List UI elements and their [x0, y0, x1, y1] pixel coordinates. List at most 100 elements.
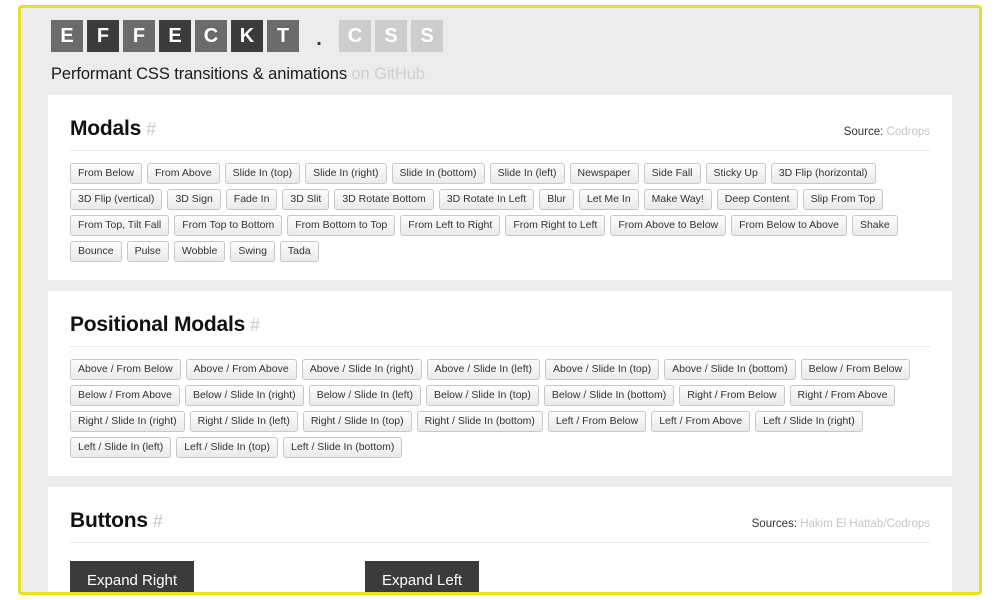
effect-button[interactable]: From Right to Left: [505, 215, 605, 236]
logo-tile-9: S: [375, 20, 407, 52]
source-credits: Source: Codrops: [844, 126, 930, 138]
effect-button[interactable]: 3D Flip (vertical): [70, 189, 162, 210]
effect-button[interactable]: Right / Slide In (right): [70, 411, 185, 432]
logo-tile-8: C: [339, 20, 371, 52]
effect-button[interactable]: Slide In (top): [225, 163, 301, 184]
effect-button[interactable]: 3D Flip (horizontal): [771, 163, 876, 184]
effect-button[interactable]: Make Way!: [644, 189, 712, 210]
effect-button[interactable]: Let Me In: [579, 189, 639, 210]
anchor-link-icon[interactable]: #: [250, 315, 260, 335]
effect-button[interactable]: Above / From Above: [186, 359, 297, 380]
logo-tile-1: F: [87, 20, 119, 52]
site-logo: EFFECKT.CSS: [51, 20, 979, 52]
source-label: Source:: [844, 126, 884, 138]
effect-button[interactable]: Tada: [280, 241, 319, 262]
positional-modal-button-list: Above / From BelowAbove / From AboveAbov…: [70, 359, 930, 458]
site-header: EFFECKT.CSS Performant CSS transitions &…: [21, 8, 979, 84]
effect-button[interactable]: Right / Slide In (left): [190, 411, 298, 432]
effect-button[interactable]: Right / From Below: [679, 385, 784, 406]
effect-button[interactable]: From Above: [147, 163, 220, 184]
effect-button[interactable]: 3D Rotate In Left: [439, 189, 534, 210]
effect-button[interactable]: Below / Slide In (right): [185, 385, 304, 406]
effect-button[interactable]: Pulse: [127, 241, 169, 262]
effect-button[interactable]: Deep Content: [717, 189, 798, 210]
effect-button[interactable]: Above / Slide In (bottom): [664, 359, 796, 380]
effect-button[interactable]: 3D Rotate Bottom: [334, 189, 433, 210]
logo-tile-4: C: [195, 20, 227, 52]
effect-button[interactable]: Above / Slide In (top): [545, 359, 659, 380]
expand-button-grid: Expand RightExpand LeftExpand UpExpand D…: [70, 561, 930, 592]
effect-button[interactable]: Right / Slide In (bottom): [417, 411, 543, 432]
effect-button[interactable]: 3D Slit: [282, 189, 329, 210]
section-card-positional-modals: Positional Modals# Above / From BelowAbo…: [48, 291, 952, 476]
effect-button[interactable]: From Top, Tilt Fall: [70, 215, 169, 236]
effect-button[interactable]: Newspaper: [570, 163, 639, 184]
anchor-link-icon[interactable]: #: [146, 119, 156, 139]
effect-button[interactable]: Shake: [852, 215, 898, 236]
anchor-link-icon[interactable]: #: [153, 511, 163, 531]
effect-button[interactable]: Slide In (left): [490, 163, 565, 184]
effect-button[interactable]: Bounce: [70, 241, 122, 262]
effect-button[interactable]: Slide In (right): [305, 163, 386, 184]
site-tagline: Performant CSS transitions & animations …: [51, 65, 979, 84]
logo-tile-2: F: [123, 20, 155, 52]
effect-button[interactable]: Slide In (bottom): [392, 163, 485, 184]
effect-button[interactable]: From Above to Below: [610, 215, 726, 236]
effect-button[interactable]: Above / From Below: [70, 359, 181, 380]
logo-tile-0: E: [51, 20, 83, 52]
effect-button[interactable]: Wobble: [174, 241, 225, 262]
page-scroll-area[interactable]: EFFECKT.CSS Performant CSS transitions &…: [21, 8, 979, 592]
logo-tile-7: .: [303, 20, 335, 52]
effect-button[interactable]: Below / From Above: [70, 385, 180, 406]
browser-viewport: EFFECKT.CSS Performant CSS transitions &…: [18, 5, 982, 595]
effect-button[interactable]: Fade In: [226, 189, 278, 210]
effect-button[interactable]: Left / From Below: [548, 411, 646, 432]
github-link[interactable]: on GitHub: [351, 65, 424, 83]
source-link[interactable]: Codrops: [887, 126, 930, 138]
effect-button[interactable]: Blur: [539, 189, 574, 210]
section-header: Modals# Source: Codrops: [70, 117, 930, 151]
logo-tile-6: T: [267, 20, 299, 52]
effect-button[interactable]: From Bottom to Top: [287, 215, 395, 236]
expand-button[interactable]: Expand Right: [70, 561, 194, 592]
effect-button[interactable]: Swing: [230, 241, 275, 262]
tagline-text: Performant CSS transitions & animations: [51, 65, 347, 83]
source-link-hakim[interactable]: Hakim El Hattab: [800, 518, 883, 530]
source-link-codrops[interactable]: Codrops: [887, 518, 930, 530]
source-credits: Sources: Hakim El Hattab/Codrops: [752, 518, 930, 530]
effect-button[interactable]: Left / Slide In (bottom): [283, 437, 402, 458]
modal-button-list: From BelowFrom AboveSlide In (top)Slide …: [70, 163, 930, 262]
section-header: Buttons# Sources: Hakim El Hattab/Codrop…: [70, 509, 930, 543]
logo-tile-5: K: [231, 20, 263, 52]
effect-button[interactable]: 3D Sign: [167, 189, 220, 210]
effect-button[interactable]: Above / Slide In (left): [427, 359, 540, 380]
effect-button[interactable]: Below / Slide In (bottom): [544, 385, 674, 406]
effect-button[interactable]: Below / Slide In (left): [309, 385, 421, 406]
effect-button[interactable]: From Below: [70, 163, 142, 184]
effect-button[interactable]: Left / Slide In (left): [70, 437, 171, 458]
effect-button[interactable]: Above / Slide In (right): [302, 359, 422, 380]
effect-button[interactable]: From Top to Bottom: [174, 215, 282, 236]
section-header: Positional Modals#: [70, 313, 930, 347]
effect-button[interactable]: Left / Slide In (right): [755, 411, 863, 432]
effect-button[interactable]: Below / Slide In (top): [426, 385, 539, 406]
effect-button[interactable]: Sticky Up: [706, 163, 766, 184]
section-card-modals: Modals# Source: Codrops From BelowFrom A…: [48, 95, 952, 280]
effect-button[interactable]: From Left to Right: [400, 215, 500, 236]
effect-button[interactable]: Right / Slide In (top): [303, 411, 412, 432]
effect-button[interactable]: Left / From Above: [651, 411, 750, 432]
effect-button[interactable]: Left / Slide In (top): [176, 437, 278, 458]
logo-tile-3: E: [159, 20, 191, 52]
effect-button[interactable]: Below / From Below: [801, 359, 910, 380]
effect-button[interactable]: Right / From Above: [790, 385, 896, 406]
page-title: Modals: [70, 117, 141, 140]
logo-tile-10: S: [411, 20, 443, 52]
effect-button[interactable]: Slip From Top: [803, 189, 884, 210]
effect-button[interactable]: Side Fall: [644, 163, 701, 184]
expand-button[interactable]: Expand Left: [365, 561, 479, 592]
page-title: Buttons: [70, 509, 148, 532]
section-card-buttons: Buttons# Sources: Hakim El Hattab/Codrop…: [48, 487, 952, 592]
sources-label: Sources:: [752, 518, 797, 530]
effect-button[interactable]: From Below to Above: [731, 215, 847, 236]
page-title: Positional Modals: [70, 313, 245, 336]
